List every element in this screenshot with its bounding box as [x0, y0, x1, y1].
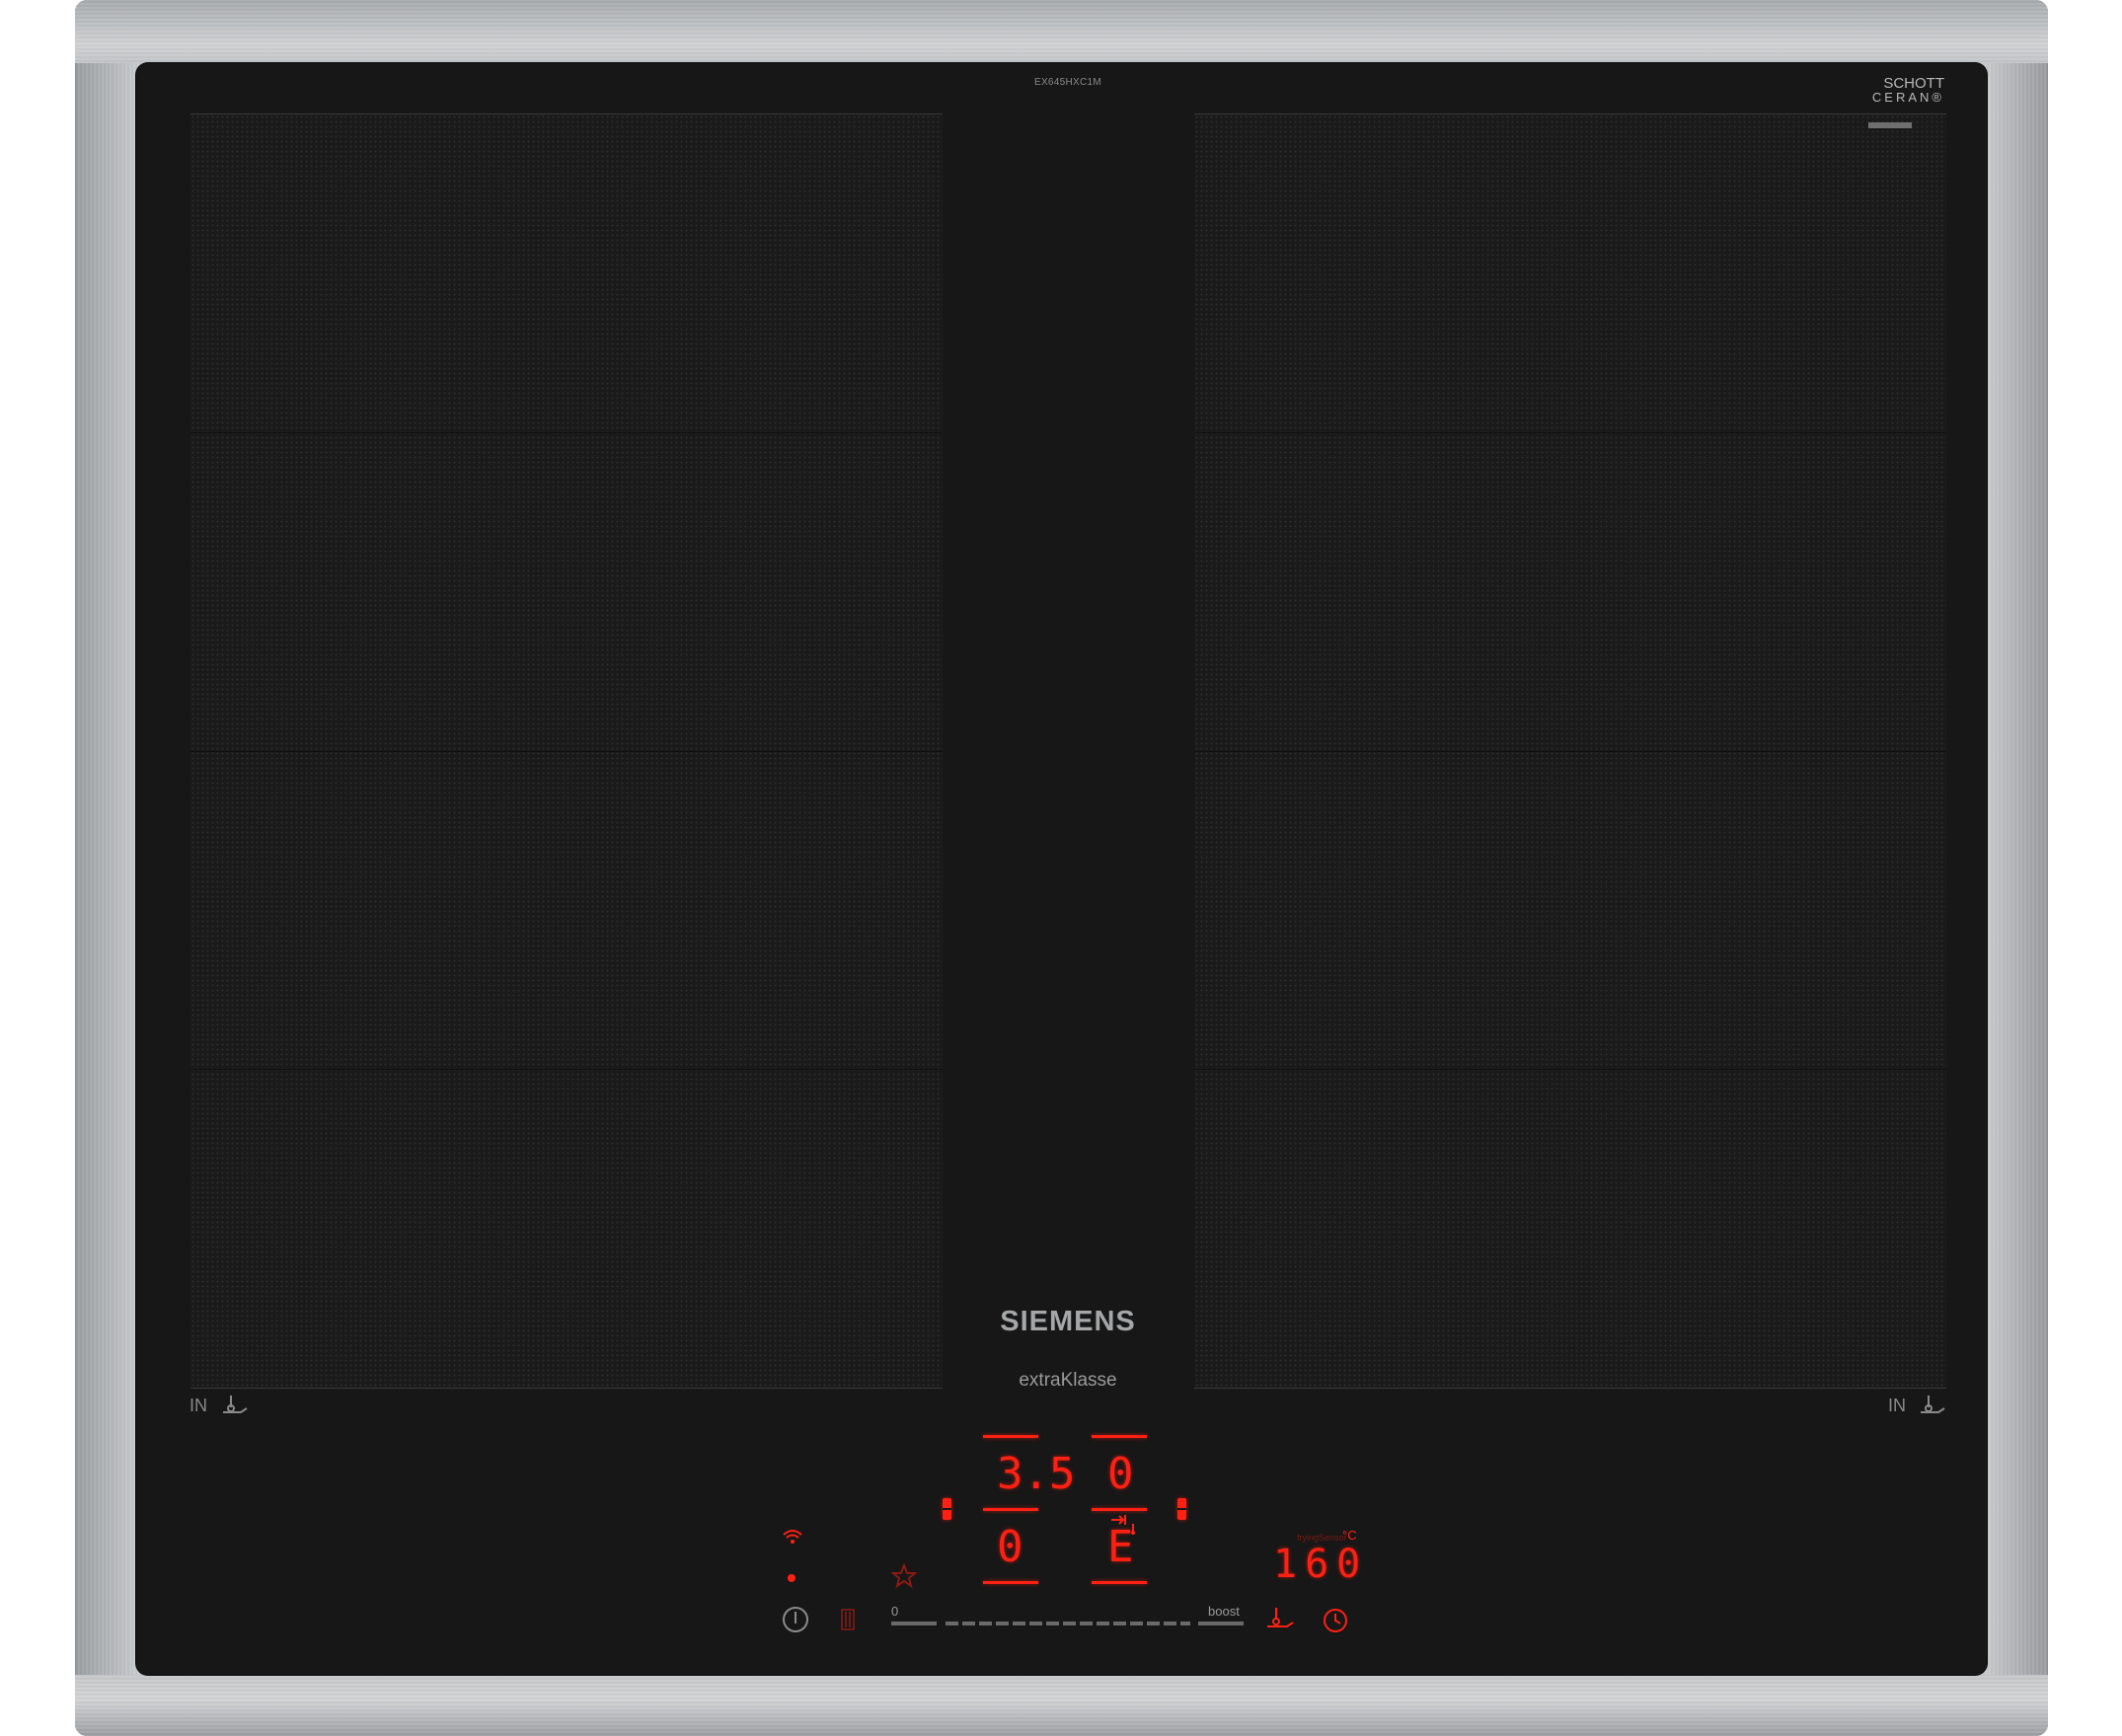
power-level-front-left[interactable]: 3.5: [997, 1449, 1075, 1499]
series-label: extraKlasse: [1019, 1370, 1117, 1391]
stainless-frame-top: [75, 0, 2048, 63]
power-slider-track[interactable]: [946, 1622, 1190, 1625]
schott-logo-line1: SCHOTT: [1883, 75, 1944, 92]
wifi-icon[interactable]: [782, 1528, 803, 1546]
temperature-readout: 160: [1273, 1542, 1369, 1587]
move-function-icon: [1111, 1515, 1135, 1535]
childlock-icon[interactable]: [841, 1609, 855, 1630]
zone-indicator-front-right: [1092, 1581, 1147, 1584]
power-icon[interactable]: [782, 1606, 809, 1633]
pan-sensor-icon: [223, 1396, 248, 1413]
timer-icon[interactable]: [1322, 1607, 1349, 1634]
power-level-front-right[interactable]: 0: [1107, 1449, 1134, 1499]
zone-divider: [1194, 1069, 1946, 1070]
zone-select-left-button[interactable]: [943, 1498, 951, 1520]
zone-indicator-rear-left: [983, 1435, 1038, 1438]
zone-divider: [1194, 432, 1946, 433]
zone-indicator-front-left: [983, 1581, 1038, 1584]
power-level-rear-left[interactable]: 0: [997, 1522, 1023, 1572]
schott-logo-line2: CERAN®: [1871, 90, 1944, 105]
star-icon[interactable]: [891, 1563, 917, 1589]
wifi-status-dot: [788, 1574, 796, 1582]
slider-max-label: boost: [1208, 1604, 1240, 1619]
temperature-unit: °C: [1342, 1528, 1357, 1543]
pan-sensor-icon: [1921, 1396, 1945, 1413]
zone-indicator-rear-right: [1092, 1435, 1147, 1438]
slider-min-label: 0: [891, 1604, 899, 1619]
brand-logo: SIEMENS: [1000, 1306, 1136, 1337]
stainless-frame-bottom: [75, 1675, 2048, 1736]
zone-divider: [190, 751, 943, 752]
zone-divider: [190, 1069, 943, 1070]
schott-ceran-logo: SCHOTT CERAN®: [1865, 75, 1944, 105]
slider-segment-zero[interactable]: [891, 1622, 937, 1625]
zone-indicator-mid-right: [1092, 1508, 1147, 1511]
slider-segment-boost[interactable]: [1198, 1622, 1244, 1625]
zone-divider: [1194, 751, 1946, 752]
flex-zone-right[interactable]: [1194, 113, 1946, 1389]
schott-logo-bar: [1868, 122, 1912, 128]
zone-left-in-label: IN: [189, 1396, 207, 1415]
flex-zone-left[interactable]: [190, 113, 943, 1389]
zone-right-in-label: IN: [1888, 1396, 1906, 1415]
zone-indicator-mid-left: [983, 1508, 1038, 1511]
zone-select-right-button[interactable]: [1177, 1498, 1186, 1520]
zone-divider: [190, 432, 943, 433]
pan-sensor-icon[interactable]: [1265, 1606, 1297, 1631]
model-number: EX645HXC1M: [1033, 77, 1102, 88]
